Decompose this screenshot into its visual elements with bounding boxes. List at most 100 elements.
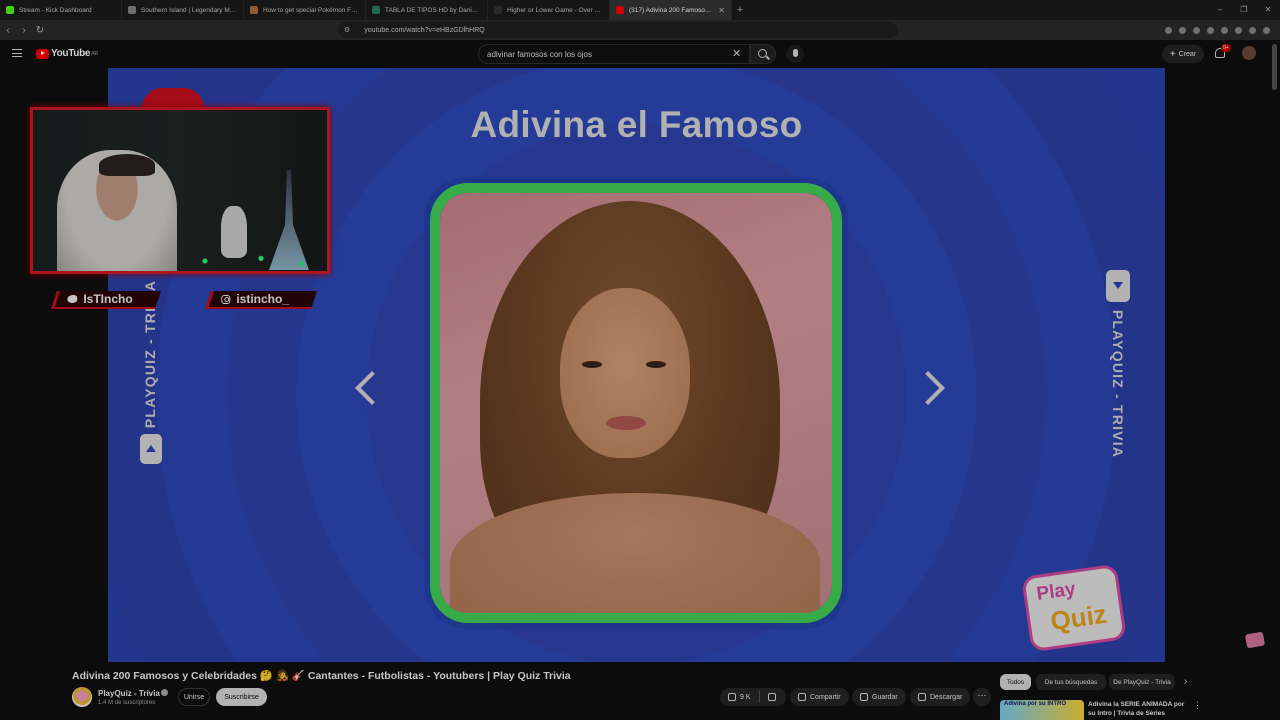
- led-lights: [173, 248, 327, 271]
- download-button[interactable]: Descargar: [910, 688, 971, 706]
- join-button[interactable]: Unirse: [178, 688, 210, 706]
- subscriber-count: 1.4 M de suscriptores: [98, 700, 156, 706]
- save-label: Guardar: [872, 693, 898, 701]
- subscribe-button[interactable]: Suscribirse: [216, 688, 267, 706]
- streamer-hair: [99, 154, 155, 176]
- url-text: youtube.com/watch?v=eHBzGDlhHRQ: [364, 26, 485, 34]
- create-button[interactable]: + Crear: [1162, 45, 1204, 63]
- chip-from-searches[interactable]: De tus búsquedas: [1036, 674, 1106, 690]
- voice-search-icon[interactable]: [786, 45, 804, 63]
- more-vertical-icon[interactable]: ⋮: [1193, 700, 1202, 711]
- twitter-handle-badge: IsTIncho: [51, 291, 161, 309]
- tab-favicon-icon: [372, 6, 380, 14]
- extension-icon[interactable]: [1179, 26, 1186, 34]
- arrow-up-icon: [140, 434, 162, 464]
- instagram-handle: istincho_: [236, 292, 290, 306]
- tab-favicon-icon: [6, 6, 14, 14]
- extension-icon[interactable]: [1221, 26, 1228, 34]
- save-button[interactable]: Guardar: [852, 688, 906, 706]
- celebrity-eye: [582, 361, 602, 368]
- new-tab-button[interactable]: +: [732, 4, 748, 16]
- playquiz-logo: Play Quiz: [1021, 563, 1127, 653]
- forward-icon[interactable]: ›: [16, 25, 32, 36]
- celebrity-eye: [646, 361, 666, 368]
- close-window-icon[interactable]: ✕: [1256, 0, 1280, 20]
- reload-icon[interactable]: ↻: [32, 25, 48, 36]
- celebrity-shoulders: [450, 493, 820, 613]
- mini-logo-icon: [1244, 631, 1266, 649]
- close-tab-icon[interactable]: ✕: [718, 6, 725, 15]
- browser-tab[interactable]: TABLA DE TIPOS HD by DanielM-G o: [366, 0, 488, 20]
- logo-quiz-text: Quiz: [1048, 598, 1109, 637]
- browser-tab[interactable]: Southern Island | Legendary Monum...: [122, 0, 244, 20]
- plus-icon: +: [1169, 48, 1176, 60]
- window-controls: – ❐ ✕: [1208, 0, 1280, 20]
- celebrity-face: [560, 288, 690, 458]
- notifications-badge: 9+: [1221, 44, 1231, 52]
- share-label: Compartir: [810, 693, 841, 701]
- celebrity-lips: [606, 416, 646, 430]
- recommended-title[interactable]: Adivina la SERIE ANIMADA por su Intro | …: [1088, 700, 1188, 718]
- clear-search-icon[interactable]: ✕: [732, 47, 741, 60]
- tab-favicon-icon: [616, 6, 624, 14]
- extension-icon[interactable]: [1165, 26, 1172, 34]
- download-icon: [918, 693, 926, 701]
- celebrity-photo-frame: [430, 183, 842, 623]
- divider: [758, 691, 760, 703]
- browser-tab[interactable]: How to get special Pokémon Forms -: [244, 0, 366, 20]
- youtube-logo[interactable]: YouTube AR: [36, 48, 98, 59]
- tab-favicon-icon: [494, 6, 502, 14]
- channel-name[interactable]: PlayQuiz - Trivia: [98, 689, 160, 698]
- instagram-icon: [221, 294, 231, 304]
- hamburger-menu-icon[interactable]: [12, 49, 22, 57]
- side-label: PLAYQUIZ - TRIVIA: [1110, 309, 1126, 459]
- search-input[interactable]: adivinar famosos con los ojos: [478, 44, 750, 64]
- like-count[interactable]: 9 K: [740, 694, 751, 701]
- tab-title: (317) Adivina 200 Famosos y C: [629, 6, 715, 14]
- extensions-bar: [1165, 22, 1270, 38]
- bookmark-icon: [860, 693, 868, 701]
- youtube-wordmark: YouTube: [51, 48, 91, 59]
- tab-title: TABLA DE TIPOS HD by DanielM-G o: [385, 6, 481, 14]
- search-button[interactable]: [750, 44, 776, 64]
- address-bar[interactable]: ⚙ youtube.com/watch?v=eHBzGDlhHRQ: [338, 22, 898, 38]
- browser-tab[interactable]: Higher or Lower Game - Over 100+ T: [488, 0, 610, 20]
- create-label: Crear: [1178, 50, 1197, 58]
- browser-tab-strip: Stream - Kick Dashboard Southern Island …: [0, 0, 1280, 20]
- webcam-overlay: [30, 107, 330, 274]
- download-label: Descargar: [930, 693, 963, 701]
- page-scrollbar[interactable]: [1272, 44, 1277, 90]
- more-actions-button[interactable]: ⋯: [973, 688, 991, 706]
- channel-avatar[interactable]: [72, 687, 92, 707]
- extension-icon[interactable]: [1263, 26, 1270, 34]
- extension-icon[interactable]: [1235, 26, 1242, 34]
- twitter-handle: IsTIncho: [83, 292, 133, 306]
- overlay-decoration: [142, 88, 204, 108]
- browser-tab-active[interactable]: (317) Adivina 200 Famosos y C ✕: [610, 0, 732, 20]
- browser-tab[interactable]: Stream - Kick Dashboard: [0, 0, 122, 20]
- logo-play-text: Play: [1035, 578, 1077, 605]
- maximize-icon[interactable]: ❐: [1232, 0, 1256, 20]
- twitter-icon: [67, 295, 78, 303]
- thumbs-down-icon[interactable]: [767, 693, 776, 701]
- instagram-handle-badge: istincho_: [205, 291, 317, 309]
- back-icon[interactable]: ‹: [0, 25, 16, 36]
- share-button[interactable]: Compartir: [790, 688, 849, 706]
- thumbs-up-icon[interactable]: [728, 693, 736, 701]
- thumbnail-text: Adivina por su INTRO: [1004, 701, 1067, 707]
- chip-from-channel[interactable]: De PlayQuiz - Trivia: [1109, 674, 1175, 690]
- country-code: AR: [91, 50, 99, 57]
- extension-icon[interactable]: [1249, 26, 1256, 34]
- chevron-right-icon[interactable]: ›: [1184, 676, 1187, 687]
- extension-icon[interactable]: [1207, 26, 1214, 34]
- chevron-right-icon: [911, 371, 945, 405]
- minimize-icon[interactable]: –: [1208, 0, 1232, 20]
- chip-all[interactable]: Todos: [1000, 674, 1031, 690]
- tab-favicon-icon: [128, 6, 136, 14]
- extension-icon[interactable]: [1193, 26, 1200, 34]
- site-info-icon[interactable]: ⚙: [344, 26, 350, 34]
- tab-favicon-icon: [250, 6, 258, 14]
- account-avatar[interactable]: [1242, 46, 1256, 60]
- share-icon: [798, 693, 806, 701]
- video-title: Adivina 200 Famosos y Celebridades 🤔 🧑‍🎤…: [72, 670, 571, 682]
